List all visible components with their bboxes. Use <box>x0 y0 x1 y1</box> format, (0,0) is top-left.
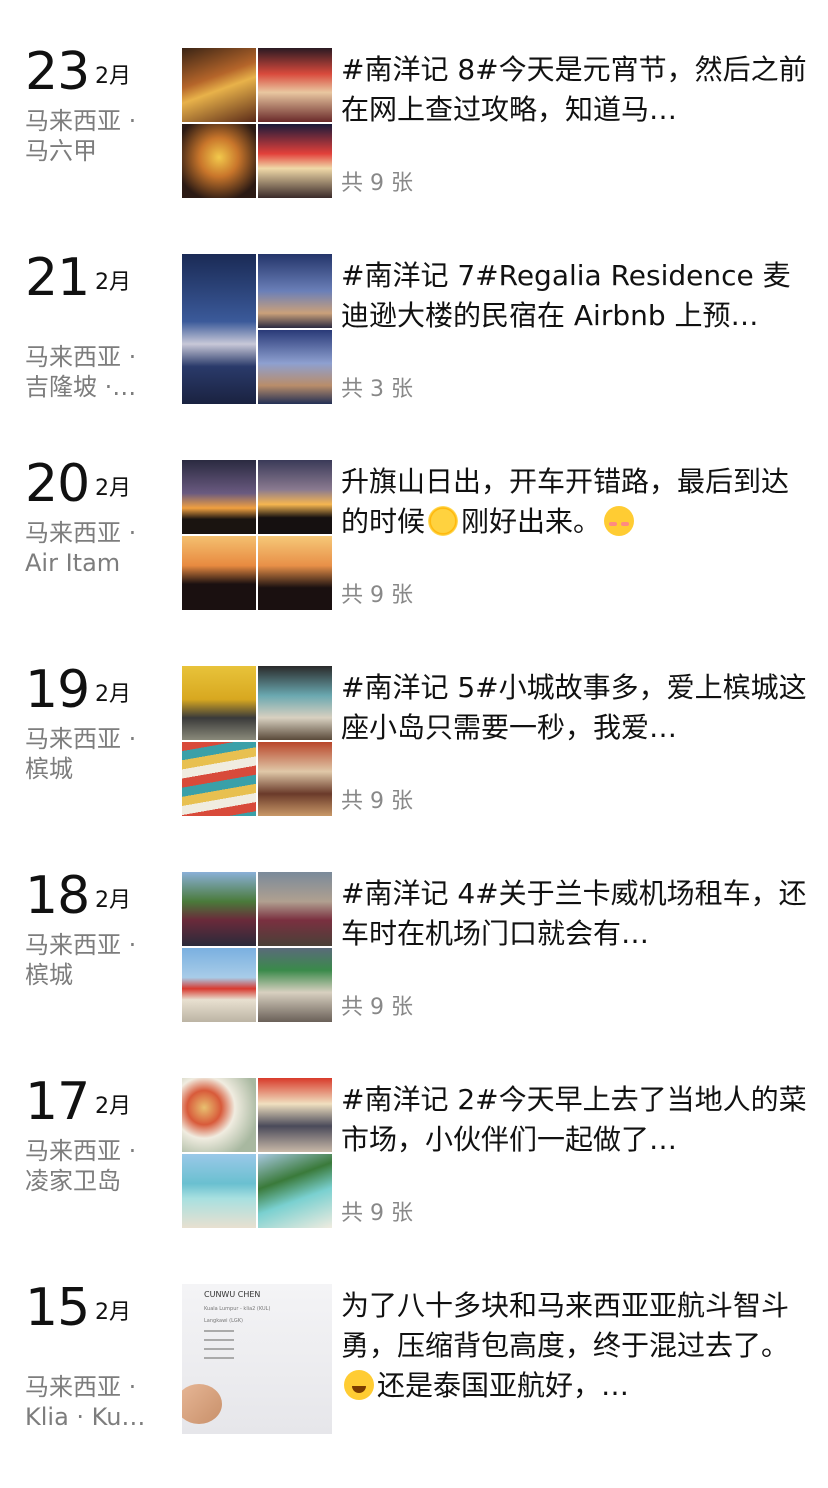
entry-text[interactable]: #南洋记 4#关于兰卡威机场租车，还车时在机场门口就会有… <box>341 874 811 954</box>
street-mural-photo[interactable] <box>258 666 332 740</box>
moment-entry[interactable]: 18 2月 马来西亚 · 槟城 #南洋记 4#关于兰卡威机场租车，还车时在机场门… <box>0 866 828 1032</box>
moment-entry[interactable]: 20 2月 马来西亚 · Air Itam 升旗山日出，开车开错路，最后到达的时… <box>0 454 828 620</box>
photo-count: 共 9 张 <box>341 995 413 1020</box>
entry-location-line1: 马来西亚 · <box>25 107 137 135</box>
entry-location-line2: 吉隆坡 ·… <box>25 373 137 401</box>
entry-day: 20 <box>25 454 90 514</box>
entry-location-line2: 凌家卫岛 <box>25 1167 121 1195</box>
entry-location-line2: Klia · Ku… <box>25 1403 146 1431</box>
entry-location-line1: 马来西亚 · <box>25 343 137 371</box>
boarding-pass-lines <box>204 1330 234 1366</box>
photo-grid[interactable] <box>182 48 332 198</box>
photo-count: 共 9 张 <box>341 789 413 814</box>
entry-month: 2月 <box>95 270 131 295</box>
photo-count: 共 9 张 <box>341 583 413 608</box>
entry-day: 15 <box>25 1278 90 1338</box>
entry-text[interactable]: 升旗山日出，开车开错路，最后到达的时候 刚好出来。 <box>341 462 811 542</box>
entry-text-part: 刚好出来。 <box>461 505 602 538</box>
boarding-pass-name: CUNWU CHEN <box>204 1290 261 1299</box>
moment-entry[interactable]: 15 2月 马来西亚 · Klia · Ku… CUNWU CHEN Kuala… <box>0 1278 828 1444</box>
sunrise-pose-photo[interactable] <box>258 460 332 534</box>
moment-entry[interactable]: 17 2月 马来西亚 · 凌家卫岛 #南洋记 2#今天早上去了当地人的菜市场，小… <box>0 1072 828 1238</box>
food-table-photo[interactable] <box>182 1078 256 1152</box>
photo-grid[interactable] <box>182 872 332 1022</box>
photo-count: 共 9 张 <box>341 171 413 196</box>
market-stall-photo[interactable] <box>258 1078 332 1152</box>
sunrise-silhouette-photo[interactable] <box>182 460 256 534</box>
entry-day: 17 <box>25 1072 90 1132</box>
entry-text-part: 还是泰国亚航好，… <box>377 1369 630 1402</box>
photo-grid[interactable] <box>182 1078 332 1228</box>
boarding-pass-route: Kuala Lumpur - klia2 (KUL) <box>204 1306 271 1312</box>
sun-emoji-icon <box>428 506 459 536</box>
yellow-shop-photo[interactable] <box>182 666 256 740</box>
entry-text[interactable]: #南洋记 5#小城故事多，爱上槟城这座小岛只需要一秒，我爱… <box>341 668 811 748</box>
boarding-pass-photo[interactable]: CUNWU CHEN Kuala Lumpur - klia2 (KUL) La… <box>182 1284 332 1434</box>
rooftop-pool-photo[interactable] <box>258 330 332 404</box>
entry-day: 18 <box>25 866 90 926</box>
night-skyline-pool-photo[interactable] <box>182 254 256 404</box>
entry-text[interactable]: #南洋记 7#Regalia Residence 麦迪逊大楼的民宿在 Airbn… <box>341 256 811 336</box>
photo-grid[interactable] <box>182 460 332 610</box>
friends-street-photo[interactable] <box>258 872 332 946</box>
entry-month: 2月 <box>95 64 131 89</box>
entry-month: 2月 <box>95 476 131 501</box>
shophouse-street-photo[interactable] <box>258 948 332 1022</box>
moment-entry[interactable]: 19 2月 马来西亚 · 槟城 #南洋记 5#小城故事多，爱上槟城这座小岛只需要… <box>0 660 828 826</box>
entry-location-line1: 马来西亚 · <box>25 1137 137 1165</box>
entry-location-line2: 马六甲 <box>25 137 97 165</box>
temple-lanterns-photo[interactable] <box>258 48 332 122</box>
entry-day: 23 <box>25 42 90 102</box>
blush-emoji-icon <box>604 506 635 536</box>
entry-location-line1: 马来西亚 · <box>25 519 137 547</box>
twin-towers-photo[interactable] <box>258 254 332 328</box>
lion-dance-costume-photo[interactable] <box>182 124 256 198</box>
airasia-plane-photo[interactable] <box>182 948 256 1022</box>
photo-grid[interactable]: CUNWU CHEN Kuala Lumpur - klia2 (KUL) La… <box>182 1284 332 1434</box>
photo-count: 共 9 张 <box>341 1201 413 1226</box>
entry-day: 21 <box>25 248 90 308</box>
hand-thumb <box>182 1384 222 1424</box>
festival-stage-photo[interactable] <box>258 124 332 198</box>
beach-sea-photo[interactable] <box>182 1154 256 1228</box>
moment-entry[interactable]: 21 2月 马来西亚 · 吉隆坡 ·… #南洋记 7#Regalia Resid… <box>0 248 828 414</box>
entry-location-line2: 槟城 <box>25 961 73 989</box>
laugh-cry-emoji-icon <box>344 1370 374 1400</box>
boarding-pass-dest: Langkawi (LGK) <box>204 1318 243 1324</box>
photo-grid[interactable] <box>182 254 332 404</box>
entry-month: 2月 <box>95 1300 131 1325</box>
entry-text[interactable]: 为了八十多块和马来西亚亚航斗智斗勇，压缩背包高度，终于混过去了。还是泰国亚航好，… <box>341 1286 811 1406</box>
photo-grid[interactable] <box>182 666 332 816</box>
lion-dance-stage-photo[interactable] <box>182 48 256 122</box>
cafe-storefront-photo[interactable] <box>258 742 332 816</box>
entry-location-line2: Air Itam <box>25 549 121 577</box>
entry-month: 2月 <box>95 888 131 913</box>
moment-entry[interactable]: 23 2月 马来西亚 · 马六甲 #南洋记 8#今天是元宵节，然后之前在网上查过… <box>0 42 828 208</box>
entry-location-line1: 马来西亚 · <box>25 1373 137 1401</box>
group-silhouette-photo[interactable] <box>182 536 256 610</box>
photo-count: 共 3 张 <box>341 377 413 402</box>
entry-location-line1: 马来西亚 · <box>25 931 137 959</box>
colorful-signs-photo[interactable] <box>182 742 256 816</box>
entry-text-part: 为了八十多块和马来西亚亚航斗智斗勇，压缩背包高度，终于混过去了。 <box>341 1289 790 1362</box>
entry-location-line1: 马来西亚 · <box>25 725 137 753</box>
group-jump-photo[interactable] <box>258 536 332 610</box>
island-coast-photo[interactable] <box>258 1154 332 1228</box>
group-palm-trees-photo[interactable] <box>182 872 256 946</box>
entry-location-line2: 槟城 <box>25 755 73 783</box>
entry-text[interactable]: #南洋记 8#今天是元宵节，然后之前在网上查过攻略，知道马… <box>341 50 811 130</box>
entry-month: 2月 <box>95 1094 131 1119</box>
entry-day: 19 <box>25 660 90 720</box>
entry-text[interactable]: #南洋记 2#今天早上去了当地人的菜市场，小伙伴们一起做了… <box>341 1080 811 1160</box>
entry-month: 2月 <box>95 682 131 707</box>
